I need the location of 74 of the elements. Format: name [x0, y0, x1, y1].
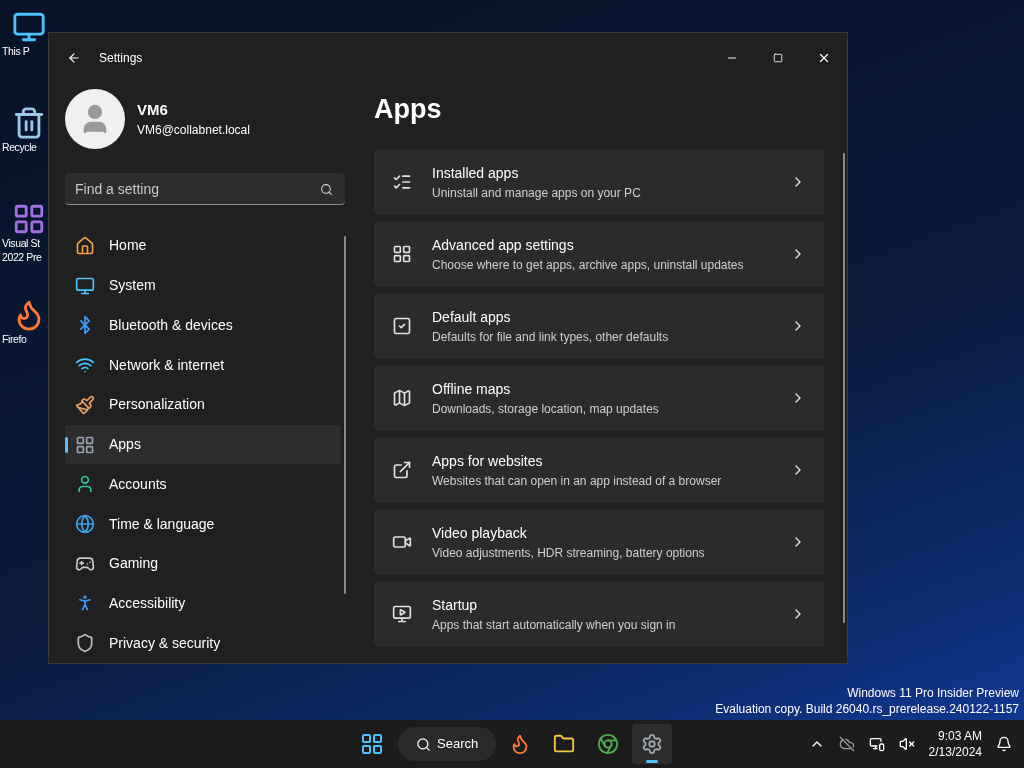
search-button[interactable]: Search: [398, 727, 497, 761]
settings-icon: [641, 733, 664, 755]
search-icon: [416, 736, 431, 752]
scrollbar[interactable]: [344, 236, 346, 594]
nav-item[interactable]: Personalization: [65, 384, 341, 425]
card-title: Offline maps: [432, 379, 512, 399]
card-title: Installed apps: [432, 163, 520, 183]
evaluation-notice: Windows 11 Pro Insider Preview: [847, 685, 1019, 701]
nav-item[interactable]: Bluetooth & devices: [65, 305, 341, 346]
running-indicator: [646, 760, 659, 763]
card-subtitle: Uninstall and manage apps on your PC: [432, 184, 642, 202]
nav-item[interactable]: Accounts: [65, 464, 341, 505]
search-field[interactable]: Find a setting: [65, 173, 345, 205]
selection-indicator: [65, 436, 68, 453]
nav-item[interactable]: Accessibility: [65, 583, 341, 624]
user-email: VM6@collabnet.local: [137, 122, 250, 140]
nav-item[interactable]: Apps: [65, 424, 341, 465]
close-icon: [817, 51, 831, 65]
card-title: Startup: [432, 595, 479, 615]
desktop-icon-label: Recycle: [1, 140, 37, 154]
taskbar-settings-button[interactable]: [632, 724, 673, 764]
recycle-bin-icon[interactable]: [12, 106, 46, 140]
list-icon: [392, 172, 412, 192]
nav-item[interactable]: Home: [65, 226, 341, 266]
settings-card[interactable]: Advanced app settings Choose where to get apps, archive apps, uninstall updates: [374, 221, 824, 287]
map-icon: [392, 388, 412, 408]
page-title: Apps: [374, 93, 443, 126]
settings-card[interactable]: Video playback Video adjustments, HDR streaming, battery options: [374, 509, 824, 575]
clock-date[interactable]: 2/13/2024: [928, 744, 982, 760]
card-subtitle: Video adjustments, HDR streaming, battery options: [432, 544, 706, 562]
card-title: Apps for websites: [432, 451, 544, 471]
checked-window-icon: [392, 316, 412, 336]
desktop-icon-label: Visual St: [1, 236, 40, 250]
monitor-icon: [75, 275, 95, 296]
card-subtitle: Apps that start automatically when you sign in: [432, 616, 677, 634]
card-title: Default apps: [432, 307, 512, 327]
folder-icon: [553, 733, 576, 755]
shield-icon: [75, 633, 95, 654]
card-subtitle: Defaults for file and link types, other defaults: [432, 328, 670, 346]
person-icon: [75, 474, 95, 495]
desktop-icon-label: This P: [1, 44, 30, 58]
card-subtitle: Websites that can open in an app instead of a browser: [432, 472, 723, 490]
evaluation-notice: Evaluation copy. Build 26040.rs_prerelease.240122-1157: [715, 701, 1019, 717]
nav-item[interactable]: Time & language: [65, 504, 341, 544]
speaker-muted-icon[interactable]: [898, 736, 915, 752]
scrollbar[interactable]: [843, 153, 845, 623]
apps-grid-icon: [75, 434, 95, 455]
settings-card[interactable]: Default apps Defaults for file and link types, other defaults: [374, 293, 824, 359]
search-icon: [320, 183, 333, 196]
nav-item[interactable]: System: [65, 265, 341, 306]
globe-icon: [75, 514, 95, 534]
nav-item[interactable]: Network & internet: [65, 345, 341, 385]
paintbrush-icon: [75, 394, 95, 415]
desktop-icon-label: Firefo: [1, 332, 27, 346]
user-name: VM6: [137, 99, 169, 120]
window-title: Settings: [99, 50, 143, 67]
card-title: Advanced app settings: [432, 235, 575, 255]
clock-time[interactable]: 9:03 AM: [937, 728, 982, 744]
maximize-icon: [773, 53, 783, 63]
bell-icon[interactable]: [996, 736, 1012, 752]
nav-item[interactable]: Privacy & security: [65, 623, 341, 664]
open-window-icon: [392, 460, 412, 480]
settings-card[interactable]: Installed apps Uninstall and manage apps on your PC: [374, 149, 824, 215]
card-subtitle: Downloads, storage location, map updates: [432, 400, 660, 418]
cloud-off-icon[interactable]: [838, 736, 855, 752]
settings-card[interactable]: Startup Apps that start automatically when you sign in: [374, 581, 824, 647]
monitor-icon[interactable]: [12, 10, 46, 44]
settings-card[interactable]: Offline maps Downloads, storage location, map updates: [374, 365, 824, 431]
settings-card[interactable]: Apps for websites Websites that can open in an app instead of a browser: [374, 437, 824, 503]
nav-item[interactable]: Gaming: [65, 543, 341, 584]
card-title: Video playback: [432, 523, 528, 543]
desktop-icon-label: 2022 Pre: [1, 250, 42, 264]
card-subtitle: Choose where to get apps, archive apps, uninstall updates: [432, 256, 745, 274]
house-icon: [75, 235, 95, 256]
